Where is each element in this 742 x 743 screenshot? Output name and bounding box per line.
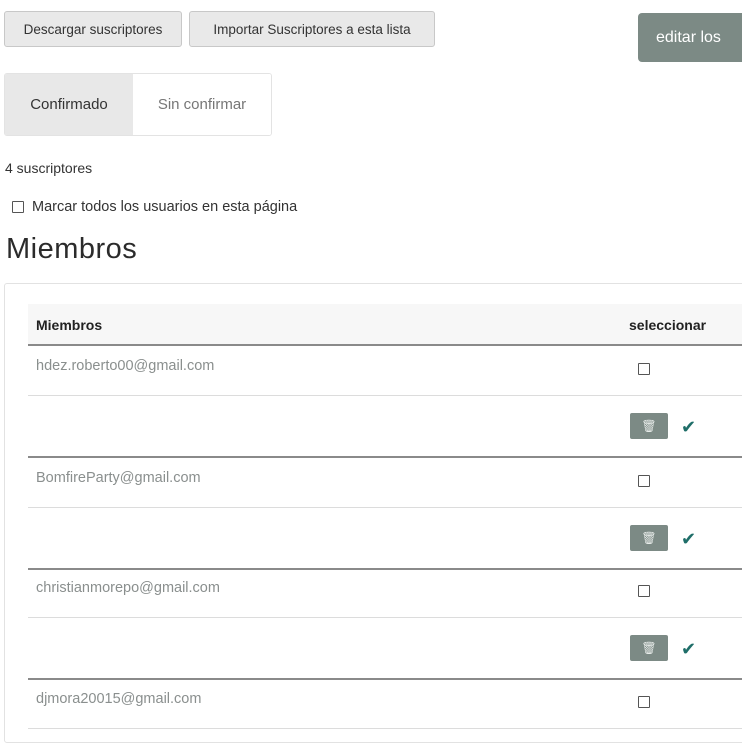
import-subscribers-button[interactable]: Importar Suscriptores a esta lista — [189, 11, 435, 47]
table-row-actions: 🗑 ✔ — [28, 618, 742, 680]
table-row: djmora20015@gmail.com — [28, 679, 742, 729]
member-email: christianmorepo@gmail.com — [36, 580, 220, 596]
delete-button[interactable]: 🗑 — [630, 413, 668, 439]
table-header: Miembros seleccionar — [28, 304, 742, 346]
checkmark-icon[interactable]: ✔ — [681, 418, 696, 436]
delete-button[interactable]: 🗑 — [630, 525, 668, 551]
tab-unconfirmed[interactable]: Sin confirmar — [133, 74, 271, 135]
trash-icon: 🗑 — [641, 641, 657, 655]
table-row-actions: 🗑 ✔ — [28, 508, 742, 570]
checkmark-icon[interactable]: ✔ — [681, 640, 696, 658]
select-checkbox[interactable] — [638, 363, 650, 375]
edit-button[interactable]: editar los — [638, 13, 742, 62]
table-row-actions: 🗑 ✔ — [28, 396, 742, 458]
checkmark-icon[interactable]: ✔ — [681, 530, 696, 548]
mark-all-row: Marcar todos los usuarios en esta página — [12, 199, 297, 215]
member-email: djmora20015@gmail.com — [36, 691, 202, 707]
header-select: seleccionar — [629, 317, 707, 333]
table-row: hdez.roberto00@gmail.com — [28, 346, 742, 396]
select-checkbox[interactable] — [638, 475, 650, 487]
member-email: hdez.roberto00@gmail.com — [36, 358, 215, 374]
mark-all-label: Marcar todos los usuarios en esta página — [32, 199, 298, 215]
mark-all-checkbox[interactable] — [12, 201, 24, 213]
select-checkbox[interactable] — [638, 585, 650, 597]
section-title: Miembros — [6, 233, 138, 265]
subscriber-count: 4 suscriptores — [5, 160, 93, 176]
table-row: BomfireParty@gmail.com — [28, 458, 742, 508]
download-subscribers-button[interactable]: Descargar suscriptores — [4, 11, 182, 47]
select-checkbox[interactable] — [638, 696, 650, 708]
subscription-tabs: Confirmado Sin confirmar — [4, 73, 272, 136]
header-members: Miembros — [36, 317, 103, 333]
delete-button[interactable]: 🗑 — [630, 635, 668, 661]
member-email: BomfireParty@gmail.com — [36, 470, 201, 486]
trash-icon: 🗑 — [641, 531, 657, 545]
trash-icon: 🗑 — [641, 419, 657, 433]
table-row: christianmorepo@gmail.com — [28, 568, 742, 618]
tab-confirmed[interactable]: Confirmado — [5, 74, 133, 135]
